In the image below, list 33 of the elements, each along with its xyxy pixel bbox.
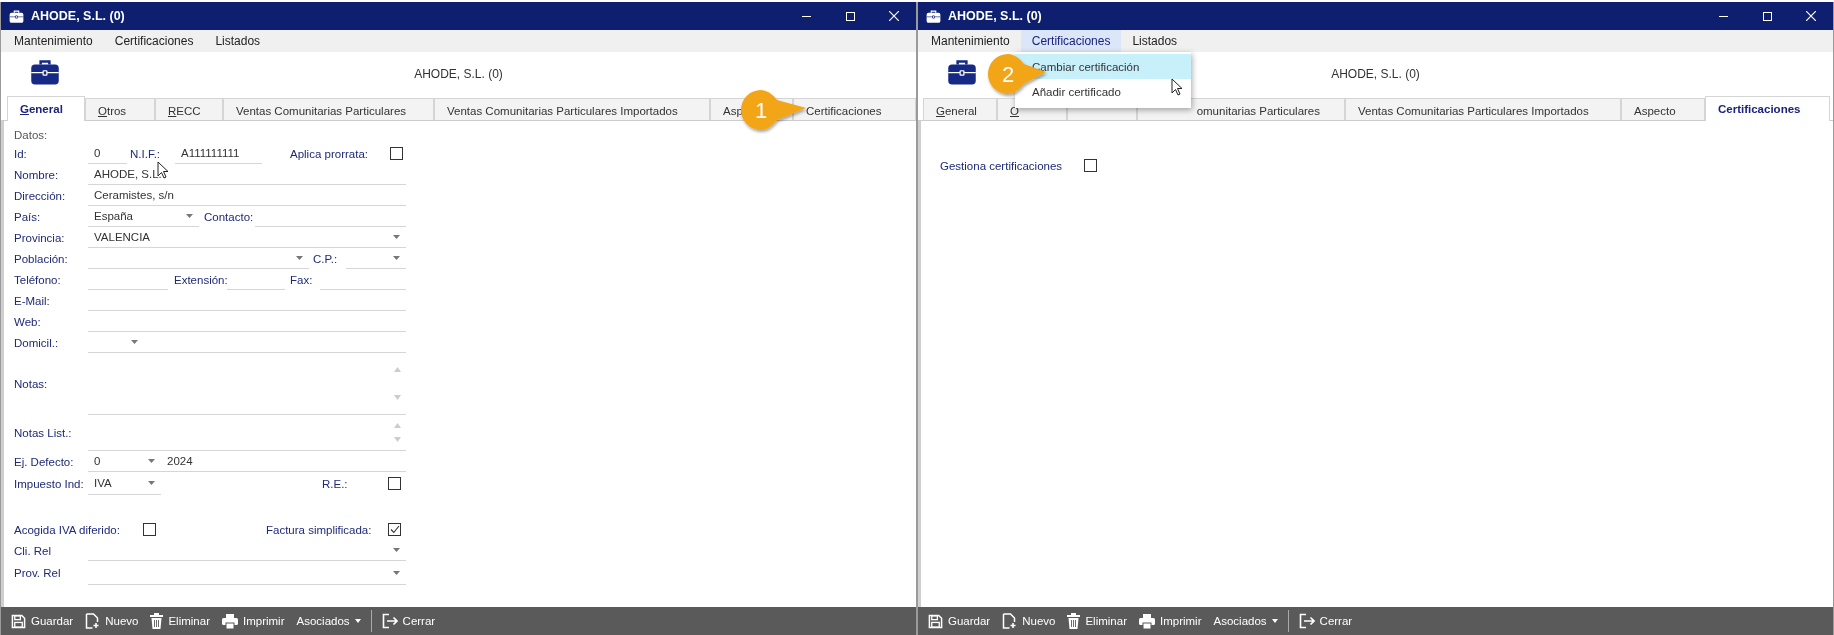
callout-number: 2 (1000, 62, 1016, 88)
field-label: N.I.F.: (130, 146, 162, 162)
field-label: Población: (14, 251, 69, 267)
field-label: País: (14, 209, 42, 225)
company-name: AHODE, S.L. (0) (414, 67, 503, 81)
window-title: AHODE, S.L. (0) (948, 9, 1043, 23)
field-label: Provincia: (14, 230, 66, 246)
field-label: Ej. Defecto: (14, 454, 75, 470)
field-label: Impuesto Ind: (14, 476, 85, 492)
field-label: Prov. Rel (14, 566, 62, 581)
field-label: Notas: (14, 377, 49, 392)
field-label: R.E.: (322, 476, 349, 492)
field-label: Notas List.: (14, 426, 73, 441)
field-label: Factura simplificada: (266, 522, 373, 538)
field-label: Gestiona certificaciones (940, 158, 1064, 174)
section-label: Datos: (14, 127, 49, 143)
field-label: Aplica prorrata: (290, 146, 369, 162)
field-label: C.P.: (313, 251, 339, 267)
field-label: Extensión: (174, 272, 227, 288)
field-label: Web: (14, 314, 42, 330)
callout-number: 1 (753, 98, 769, 124)
company-name: AHODE, S.L. (0) (1331, 67, 1420, 81)
field-label: Cli. Rel (14, 543, 53, 559)
field-label: Acogida IVA diferido: (14, 522, 121, 538)
field-label: Contacto: (204, 209, 254, 225)
field-label: Fax: (290, 272, 314, 288)
field-label: Dirección: (14, 188, 67, 204)
field-label: Teléfono: (14, 272, 62, 288)
field-label: Nombre: (14, 167, 60, 183)
field-label: E-Mail: (14, 293, 51, 309)
field-label: Id: (14, 146, 28, 162)
field-label: Domicil.: (14, 335, 60, 351)
window-title: AHODE, S.L. (0) (31, 9, 126, 23)
